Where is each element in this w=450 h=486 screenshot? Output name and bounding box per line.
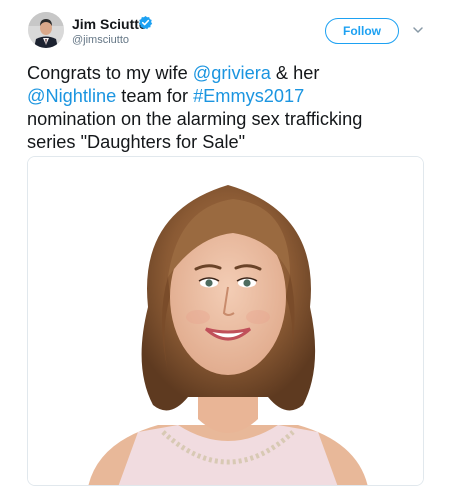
portrait-photo xyxy=(28,157,423,485)
author-display-name[interactable]: Jim Sciutto xyxy=(72,16,147,32)
tweet-line-4: series "Daughters for Sale" xyxy=(27,132,246,152)
tweet-line-2: @Nightline team for #Emmys2017 xyxy=(27,85,432,108)
mention-nightline-link[interactable]: @Nightline xyxy=(27,86,116,106)
tweet-text-segment: team for xyxy=(116,86,194,106)
tweet-line-1: Congrats to my wife @griviera & her xyxy=(27,62,432,85)
author-handle[interactable]: @jimsciutto xyxy=(72,34,129,46)
tweet-media-photo[interactable] xyxy=(27,156,424,486)
avatar-photo xyxy=(28,12,64,48)
hashtag-emmys2017-link[interactable]: #Emmys2017 xyxy=(193,86,304,106)
avatar[interactable] xyxy=(28,12,64,48)
tweet-text: Congrats to my wife @griviera & her @Nig… xyxy=(27,62,432,154)
tweet-header: Jim Sciutto @jimsciutto Follow xyxy=(0,0,450,56)
tweet-text-segment: & her xyxy=(270,63,320,83)
tweet-line-3: nomination on the alarming sex trafficki… xyxy=(27,109,363,129)
chevron-down-icon[interactable] xyxy=(412,24,424,36)
follow-button[interactable]: Follow xyxy=(325,18,399,44)
tweet-text-segment: Congrats to my wife xyxy=(27,63,193,83)
mention-griviera-link[interactable]: @griviera xyxy=(193,63,271,83)
verified-badge-icon xyxy=(138,15,153,30)
